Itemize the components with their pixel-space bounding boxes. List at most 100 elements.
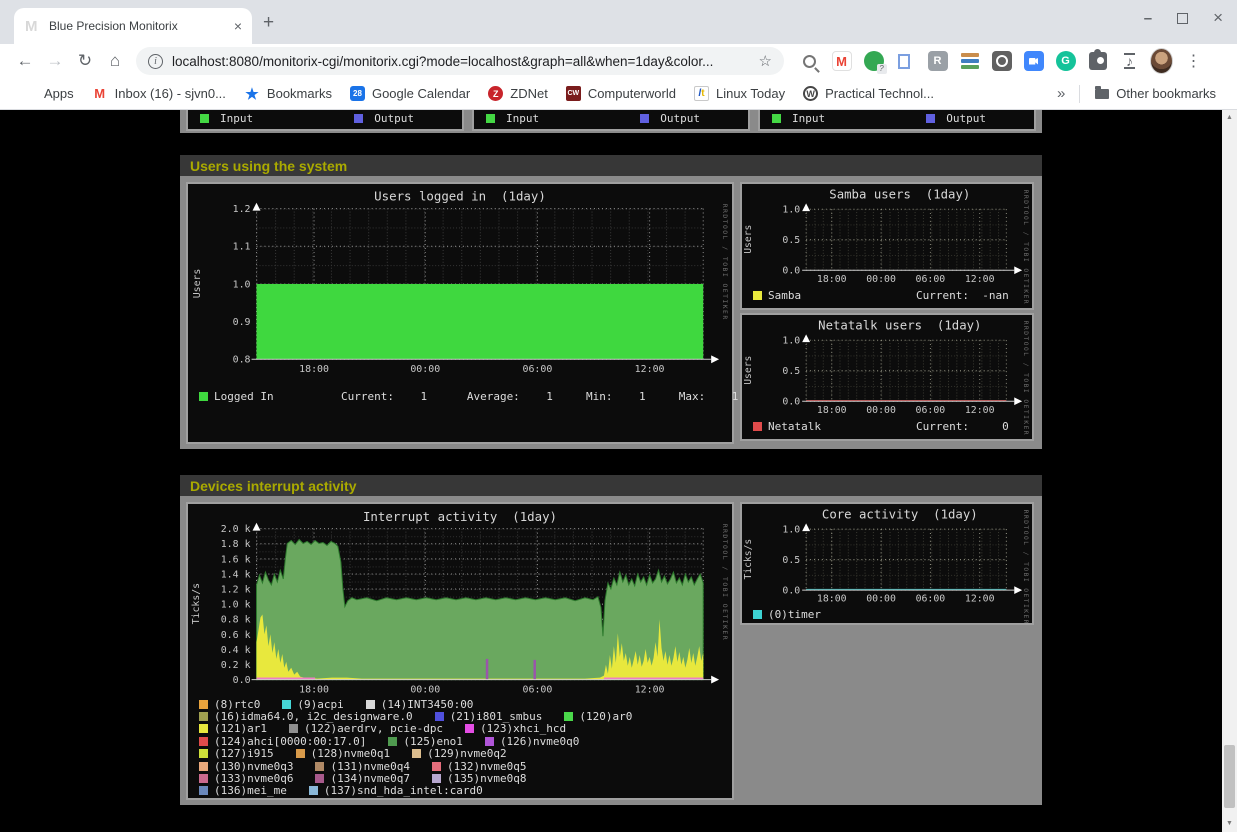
y-axis-label: Users [743,225,754,254]
url-text[interactable]: localhost:8080/monitorix-cgi/monitorix.c… [172,54,750,69]
books-extension-icon[interactable] [958,50,981,73]
legend-swatch [199,774,208,783]
bookmark-practical-technology[interactable]: W Practical Technol... [794,82,943,106]
x-axis-arrow [1014,586,1022,594]
bookmark-computerworld[interactable]: CW Computerworld [557,82,685,106]
y-tick: 1.6 k [221,554,251,565]
y-tick: 0.5 [782,366,800,377]
y-tick: 0.0 [782,586,800,597]
scroll-down-icon[interactable]: ▼ [1222,816,1237,832]
scroll-up-icon[interactable]: ▲ [1222,110,1237,126]
forward-button: → [40,51,70,71]
tab-close-icon[interactable]: × [234,19,242,33]
home-button[interactable]: ⌂ [100,51,130,71]
rrdtool-watermark: RRDTOOL / TOBI OETIKER [721,524,729,641]
interrupts-section: Devices interrupt activity [180,475,1042,805]
chart-title: Core activity (1day) [822,508,978,522]
close-button[interactable]: × [1213,8,1223,28]
legend-swatch [388,737,397,746]
bookmark-linux-today[interactable]: lt Linux Today [685,82,794,106]
voice-extension-icon[interactable] [862,50,885,73]
network-graph-3-bottom[interactable]: Input Output [758,110,1036,131]
input-swatch [772,114,781,123]
chart-title: Netatalk users (1day) [818,319,981,333]
playlist-extension-icon[interactable]: ♪ [1118,50,1141,73]
y-tick: 0.6 k [221,630,251,641]
zoom-extension-icon[interactable] [1022,50,1045,73]
x-tick: 00:00 [866,405,896,416]
bookmark-bookmarks[interactable]: ★ Bookmarks [235,82,341,106]
interrupt-activity-graph[interactable]: Interrupt activity (1day) Ticks/s 2.0 k … [186,502,734,800]
network-graph-2-bottom[interactable]: Input Output [472,110,750,131]
vertical-scrollbar[interactable]: ▲ ▼ [1222,110,1237,832]
keep-extension-icon[interactable] [990,50,1013,73]
maximize-button[interactable] [1177,13,1188,24]
x-tick: 00:00 [410,684,440,695]
grammarly-extension-icon[interactable]: G [1054,50,1077,73]
browser-menu-icon[interactable]: ⋮ [1182,50,1205,73]
network-graph-1-bottom[interactable]: Input Output [186,110,464,131]
legend-swatch [309,786,318,795]
legend-swatch [289,724,298,733]
users-logged-in-graph[interactable]: Users logged in (1day) Users 1.2 1.1 1.0… [186,182,734,444]
output-swatch [926,114,935,123]
scrollbar-thumb[interactable] [1224,745,1235,808]
r-extension-icon[interactable]: R [926,50,949,73]
bookmarks-bar: Apps M Inbox (16) - sjvn0... ★ Bookmarks… [0,78,1237,110]
page-content: Input Output Input Output Input Output [0,110,1222,832]
toolbar: ← → ↻ ⌂ i localhost:8080/monitorix-cgi/m… [0,44,1237,78]
y-axis-arrow [253,203,261,211]
search-extension-icon[interactable] [798,50,821,73]
folder-icon [1095,89,1109,99]
x-tick: 12:00 [965,274,995,285]
x-tick: 06:00 [916,594,946,605]
computerworld-icon: CW [566,86,581,101]
legend-swatch [199,737,208,746]
copy-extension-icon[interactable] [894,50,917,73]
x-axis-arrow [711,355,719,363]
wordpress-icon: W [803,86,818,101]
new-tab-button[interactable]: + [263,12,274,34]
bookmark-star-icon[interactable]: ☆ [759,52,772,70]
core-activity-graph[interactable]: Core activity (1day) Ticks/s 1.0 0.5 0.0… [740,502,1034,625]
back-button[interactable]: ← [10,51,40,71]
other-bookmarks[interactable]: Other bookmarks [1086,82,1225,106]
x-tick: 06:00 [523,684,553,695]
linux-today-icon: lt [694,86,709,101]
address-bar[interactable]: i localhost:8080/monitorix-cgi/monitorix… [136,47,784,75]
netatalk-users-graph[interactable]: Netatalk users (1day) Users 1.0 0.5 0.0 … [740,313,1034,441]
y-tick: 0.8 k [221,615,251,626]
browser-window: M Blue Precision Monitorix × + – × ← → ↻… [0,0,1237,832]
extensions-puzzle-icon[interactable] [1086,50,1109,73]
minimize-button[interactable]: – [1144,10,1152,27]
reload-button[interactable]: ↻ [70,51,100,71]
chart-title: Users logged in (1day) [374,190,546,204]
legend-swatch [366,700,375,709]
y-tick: 1.0 [782,205,800,216]
profile-avatar[interactable] [1150,50,1173,73]
y-tick: 0.0 [233,675,251,686]
bookmark-zdnet[interactable]: Z ZDNet [479,82,557,106]
star-icon: ★ [244,86,260,102]
bookmark-inbox[interactable]: M Inbox (16) - sjvn0... [83,82,235,106]
y-axis-arrow [802,523,810,531]
browser-tab[interactable]: M Blue Precision Monitorix × [14,8,252,44]
y-axis-label: Users [192,269,203,299]
page-info-icon[interactable]: i [148,54,163,69]
samba-users-graph[interactable]: Samba users (1day) Users 1.0 0.5 0.0 18:… [740,182,1034,310]
legend-swatch [753,422,762,431]
bookmarks-overflow-icon[interactable]: » [1049,85,1073,102]
y-tick: 1.2 k [221,585,251,596]
y-tick: 1.4 k [221,569,251,580]
bookmark-apps[interactable]: Apps [12,82,83,106]
chart-title: Samba users (1day) [829,188,970,202]
bookmark-google-calendar[interactable]: 28 Google Calendar [341,82,479,106]
x-tick: 06:00 [916,405,946,416]
gmail-extension-icon[interactable]: M [830,50,853,73]
input-swatch [200,114,209,123]
x-tick: 18:00 [299,364,329,375]
x-tick: 18:00 [817,594,847,605]
core-legend: (0)timer [753,608,1026,621]
y-tick: 1.0 [233,279,251,290]
legend-swatch [199,762,208,771]
